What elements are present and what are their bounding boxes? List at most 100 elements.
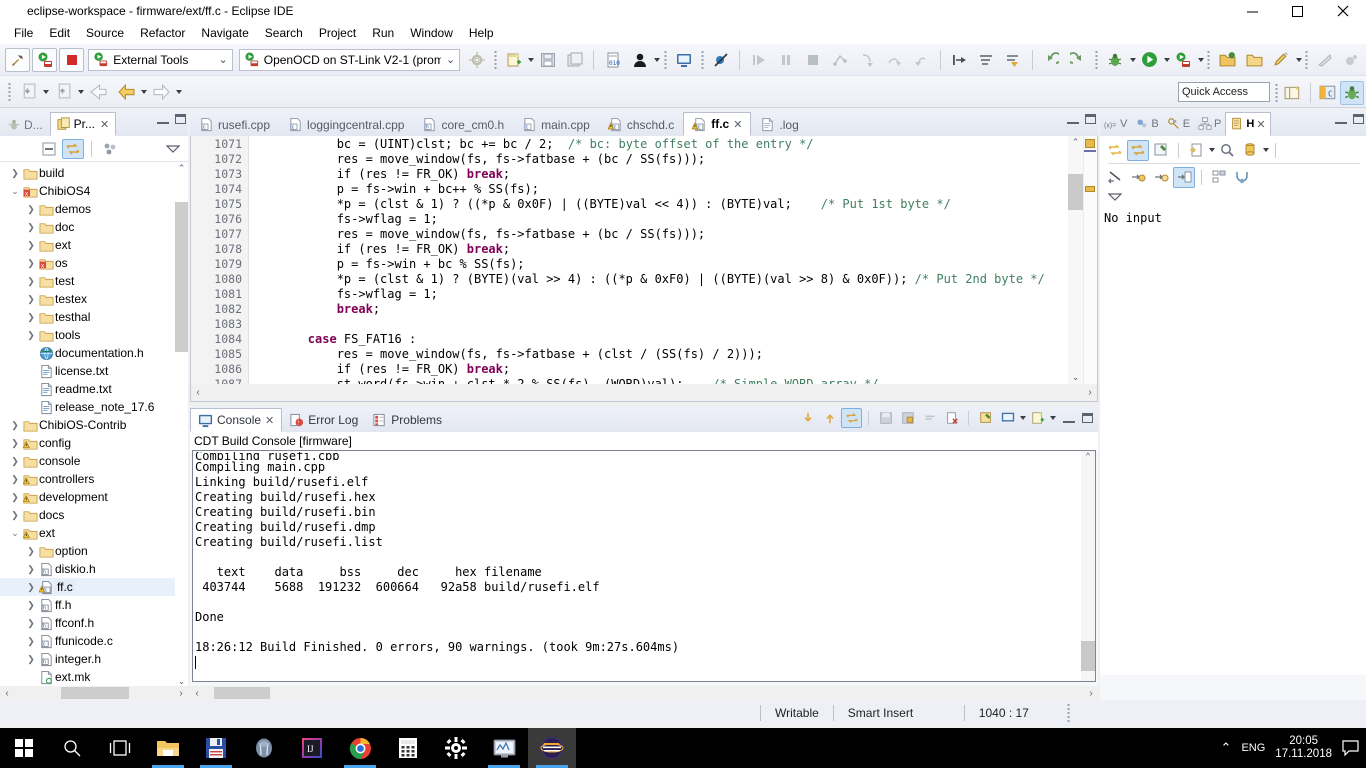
tree-item-tools[interactable]: ❯ tools: [0, 326, 188, 344]
tree-item-testex[interactable]: ❯ testex: [0, 290, 188, 308]
editor-vertical-scrollbar[interactable]: ⌃ ⌄: [1068, 136, 1083, 384]
minimize-right-view-icon[interactable]: [1335, 114, 1347, 124]
close-icon[interactable]: ✕: [733, 118, 742, 131]
export-dropdown-arrow[interactable]: [78, 89, 84, 94]
editor-tab-main-cpp[interactable]: c main.cpp: [513, 112, 599, 136]
minimize-button[interactable]: [1230, 0, 1275, 22]
collapsed-arrow-icon[interactable]: ❯: [24, 222, 38, 233]
expanded-arrow-icon[interactable]: ⌄: [8, 528, 22, 539]
collapsed-arrow-icon[interactable]: ❯: [24, 258, 38, 269]
new-cpp-project-icon[interactable]: [1215, 48, 1240, 72]
collapsed-arrow-icon[interactable]: ❯: [24, 330, 38, 341]
new-history-entry-icon[interactable]: [1150, 140, 1172, 161]
close-button[interactable]: [1320, 0, 1366, 22]
code-line[interactable]: fs->wflag = 1;: [250, 287, 1067, 302]
profile-dropdown-arrow[interactable]: [654, 57, 661, 62]
run-external-tool-icon[interactable]: [32, 47, 58, 72]
tray-clock[interactable]: 20:05 17.11.2018: [1275, 735, 1332, 761]
view-menu-icon[interactable]: [162, 139, 184, 159]
collapsed-arrow-icon[interactable]: ❯: [24, 564, 38, 575]
console-scroll-left-arrow[interactable]: ‹: [190, 688, 204, 699]
tree-item-ffconf-h[interactable]: ❯ h ffconf.h: [0, 614, 188, 632]
toolbar-gripper-5[interactable]: [1206, 49, 1211, 70]
code-line[interactable]: st_word(fs->win + clst * 2 % SS(fs), (WO…: [250, 377, 1067, 384]
console-vertical-scrollbar[interactable]: ⌃: [1081, 451, 1095, 681]
collapsed-arrow-icon[interactable]: ❯: [24, 312, 38, 323]
console-tab-error-log[interactable]: ! Error Log: [282, 408, 365, 432]
run-external-tools-2-icon[interactable]: [1171, 48, 1196, 72]
editor-tab-core-cm0-h[interactable]: h core_cm0.h: [413, 112, 513, 136]
tree-item-ext[interactable]: ⌄ ext: [0, 524, 188, 542]
right-tab-peripherals[interactable]: P: [1194, 112, 1225, 136]
save-all-icon[interactable]: [562, 48, 587, 72]
console-scroll-up-arrow[interactable]: ⌃: [1081, 451, 1095, 464]
tree-item-demos[interactable]: ❯ demos: [0, 200, 188, 218]
instruction-stepping-icon[interactable]: [947, 48, 972, 72]
tree-item-build[interactable]: ❯ build: [0, 164, 188, 182]
collapsed-arrow-icon[interactable]: ❯: [8, 168, 22, 179]
tray-expand-icon[interactable]: ⌃: [1221, 740, 1232, 756]
minimize-console-icon[interactable]: [1063, 413, 1075, 423]
project-tree[interactable]: ❯ build ⌄ x ChibiOS4 ❯ demos ❯ doc ❯ ext ❯ x os ❯ test ❯…: [0, 162, 188, 688]
collapsed-arrow-icon[interactable]: ❯: [24, 582, 38, 593]
collapsed-arrow-icon[interactable]: ❯: [24, 636, 38, 647]
console-tab-console[interactable]: Console ✕: [190, 408, 283, 432]
debug-dropdown-arrow[interactable]: [1129, 57, 1136, 62]
code-line[interactable]: res = move_window(fs, fs->fatbase + (bc …: [250, 152, 1067, 167]
notification-icon[interactable]: [1342, 740, 1360, 756]
open-perspective-icon[interactable]: [1281, 81, 1305, 105]
console-dropdown-arrow[interactable]: [1020, 416, 1026, 420]
console-output[interactable]: Compiling rusefi.cpp Compiling main.cpp Li…: [192, 450, 1096, 682]
new-dropdown-arrow[interactable]: [528, 57, 535, 62]
maximize-editor-icon[interactable]: [1085, 114, 1096, 124]
editor-horizontal-scrollbar[interactable]: ‹ ›: [191, 384, 1097, 401]
link-history-icon[interactable]: [1127, 139, 1149, 161]
perspective-cpp-icon[interactable]: C: [1316, 81, 1340, 105]
settings-gear-icon[interactable]: [432, 728, 480, 768]
console-horizontal-scrollbar[interactable]: ‹ ›: [190, 686, 1098, 700]
menu-refactor[interactable]: Refactor: [132, 24, 193, 42]
open-folder-icon[interactable]: [1242, 48, 1267, 72]
collapsed-arrow-icon[interactable]: ❯: [24, 618, 38, 629]
code-line[interactable]: p = fs->win + bc % SS(fs);: [250, 257, 1067, 272]
tab-debug-view[interactable]: D...: [0, 112, 50, 136]
scroll-up-icon[interactable]: [819, 408, 840, 428]
console-hscroll-thumb[interactable]: [214, 687, 270, 699]
quick-access-input[interactable]: Quick Access: [1178, 82, 1270, 102]
right-tab-variables[interactable]: (x)= V: [1100, 112, 1131, 136]
console-scroll-thumb[interactable]: [1081, 641, 1095, 671]
open-console-dropdown-arrow[interactable]: [1050, 416, 1056, 420]
editor-scroll-up-arrow[interactable]: ⌃: [1068, 136, 1083, 149]
tree-item-controllers[interactable]: ❯ controllers: [0, 470, 188, 488]
collapsed-arrow-icon[interactable]: ❯: [8, 474, 22, 485]
code-line[interactable]: if (res != FR_OK) break;: [250, 362, 1067, 377]
warning-annotation-marker[interactable]: [1085, 139, 1095, 148]
tree-item-chibios-contrib[interactable]: ❯ ChibiOS-Contrib: [0, 416, 188, 434]
editor-tab-loggingcentral-cpp[interactable]: c loggingcentral.cpp: [279, 112, 413, 136]
show-all-inherited-icon[interactable]: [1173, 166, 1195, 188]
collapsed-arrow-icon[interactable]: ❯: [24, 600, 38, 611]
display-selected-console-icon[interactable]: [997, 408, 1018, 428]
right-tab-breakpoints[interactable]: B: [1131, 112, 1162, 136]
tree-item-ext-mk[interactable]: ext.mk: [0, 668, 188, 686]
menu-file[interactable]: File: [6, 24, 41, 42]
hide-nonpublic-icon[interactable]: [1150, 167, 1172, 188]
chrome-icon[interactable]: [336, 728, 384, 768]
editor-annotation-ruler[interactable]: [1083, 136, 1097, 384]
debug-bug-icon[interactable]: [1103, 48, 1128, 72]
settings-gear-icon[interactable]: [464, 48, 489, 72]
warning-annotation-marker-2[interactable]: [1085, 186, 1095, 192]
run-dropdown-arrow[interactable]: [1163, 57, 1170, 62]
run-to-line-icon[interactable]: [1001, 48, 1026, 72]
user-profile-icon[interactable]: [627, 48, 652, 72]
search-icon[interactable]: [48, 728, 96, 768]
collapsed-arrow-icon[interactable]: ❯: [24, 546, 38, 557]
redo-icon[interactable]: [1066, 48, 1091, 72]
collapsed-arrow-icon[interactable]: ❯: [8, 438, 22, 449]
menu-edit[interactable]: Edit: [41, 24, 78, 42]
tree-item-development[interactable]: ❯ development: [0, 488, 188, 506]
build-hammer-icon[interactable]: [5, 47, 31, 72]
code-line[interactable]: case FS_FAT16 :: [250, 332, 1067, 347]
maximize-button[interactable]: [1275, 0, 1320, 22]
scroll-lock-down-icon[interactable]: [797, 408, 818, 428]
